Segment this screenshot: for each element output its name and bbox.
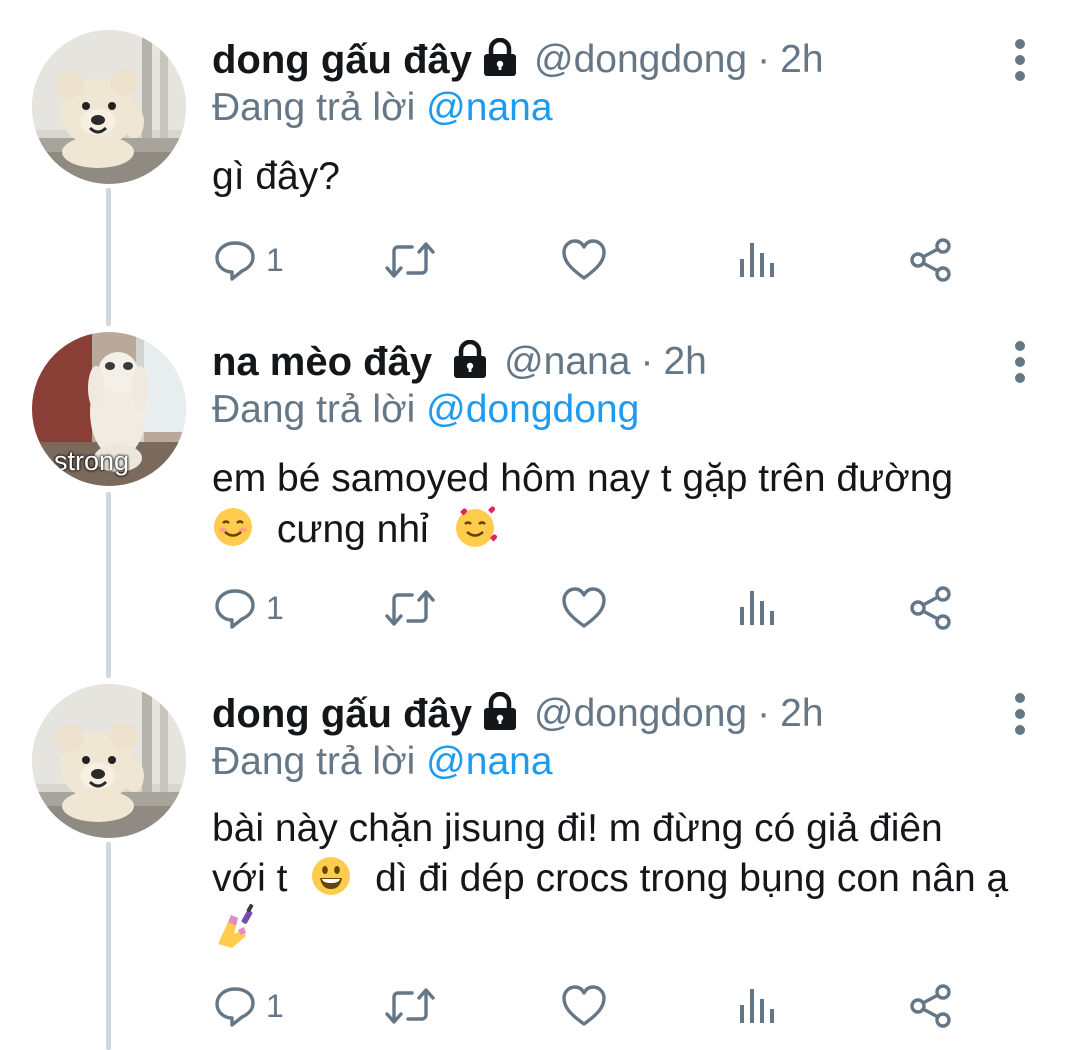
more-vertical-icon[interactable] [1008,36,1032,84]
tweet-text: bài này chặn jisung đi! m đừng có giả đi… [212,804,1052,957]
retweet-button[interactable] [384,230,436,290]
replying-to: Đang trả lời @dongdong [212,388,639,432]
display-name[interactable]: dong gấu đây [212,692,472,737]
handle[interactable]: @nana [504,340,630,384]
share-button[interactable] [908,230,954,290]
thread-line [106,842,111,1050]
reply-count: 1 [266,589,284,626]
reply-icon [212,983,258,1029]
timestamp[interactable]: 2h [663,340,706,384]
heart-icon [560,237,608,283]
tweet-text-line [212,903,1052,957]
display-name[interactable]: na mèo đây [212,340,432,385]
tweet-text-line: bài này chặn jisung đi! m đừng có giả đi… [212,807,943,850]
share-button[interactable] [908,976,954,1036]
replying-to-label: Đang trả lời [212,388,416,431]
reply-button[interactable]: 1 [212,976,284,1036]
replying-to-label: Đang trả lời [212,740,416,783]
retweet-button[interactable] [384,976,436,1036]
avatar[interactable] [32,30,186,184]
more-vertical-icon[interactable] [1008,690,1032,738]
reply-button[interactable]: 1 [212,578,284,638]
retweet-icon [384,983,436,1029]
avatar-caption: strong [54,446,130,476]
lock-icon [450,339,490,385]
avatar[interactable]: strong [32,332,186,486]
heart-icon [560,983,608,1029]
analytics-icon [738,237,778,283]
reply-count: 1 [266,987,284,1024]
tweet-header: dong gấu đây @dongdong · 2h [212,684,824,744]
handle[interactable]: @dongdong [534,38,747,82]
tweet-text-segment: dì đi dép crocs trong bụng con nân ạ [375,857,1009,900]
tweet-text-line: với t dì đi dép crocs trong bụng con nân… [212,854,1052,904]
share-icon [908,983,954,1029]
display-name[interactable]: dong gấu đây [212,38,472,83]
smiling-face-with-hearts-emoji [452,504,498,550]
tweet-actions: 1 [212,976,972,1036]
retweet-button[interactable] [384,578,436,638]
grinning-face-emoji [310,855,352,897]
analytics-icon [738,585,778,631]
reply-mention-link[interactable]: @nana [426,86,552,129]
retweet-icon [384,585,436,631]
like-button[interactable] [560,976,608,1036]
separator-dot: · [757,692,771,735]
nail-polish-emoji [212,903,258,950]
tweet-text-segment: cưng nhỉ [276,508,429,551]
separator-dot: · [757,38,771,81]
thread-line [106,188,111,326]
tweet-actions: 1 [212,578,972,638]
lock-icon [480,691,520,737]
tweet-text-line: cưng nhỉ [212,504,1052,555]
reply-count: 1 [266,241,284,278]
reply-mention-link[interactable]: @nana [426,740,552,783]
tweet-header: na mèo đây @nana · 2h [212,332,707,392]
tweet-text-segment: với t [212,857,288,900]
reply-icon [212,585,258,631]
reply-mention-link[interactable]: @dongdong [426,388,639,431]
separator-dot: · [640,340,654,383]
views-button[interactable] [738,976,778,1036]
tweet-text: gì đây? [212,152,1052,202]
timestamp[interactable]: 2h [780,692,823,736]
like-button[interactable] [560,230,608,290]
tweet-actions: 1 [212,230,972,290]
lock-icon [480,37,520,83]
smiling-face-emoji [212,506,254,548]
avatar[interactable] [32,684,186,838]
retweet-icon [384,237,436,283]
reply-icon [212,237,258,283]
share-icon [908,237,954,283]
replying-to: Đang trả lời @nana [212,86,553,130]
tweet-header: dong gấu đây @dongdong · 2h [212,30,824,90]
replying-to-label: Đang trả lời [212,86,416,129]
views-button[interactable] [738,230,778,290]
like-button[interactable] [560,578,608,638]
views-button[interactable] [738,578,778,638]
timestamp[interactable]: 2h [780,38,823,82]
more-vertical-icon[interactable] [1008,338,1032,386]
heart-icon [560,585,608,631]
analytics-icon [738,983,778,1029]
reply-button[interactable]: 1 [212,230,284,290]
handle[interactable]: @dongdong [534,692,747,736]
tweet-text-line: em bé samoyed hôm nay t gặp trên đường [212,457,954,500]
share-icon [908,585,954,631]
replying-to: Đang trả lời @nana [212,740,553,784]
thread-line [106,492,111,678]
share-button[interactable] [908,578,954,638]
tweet-text-line: gì đây? [212,155,340,198]
tweet-text: em bé samoyed hôm nay t gặp trên đường c… [212,454,1052,555]
